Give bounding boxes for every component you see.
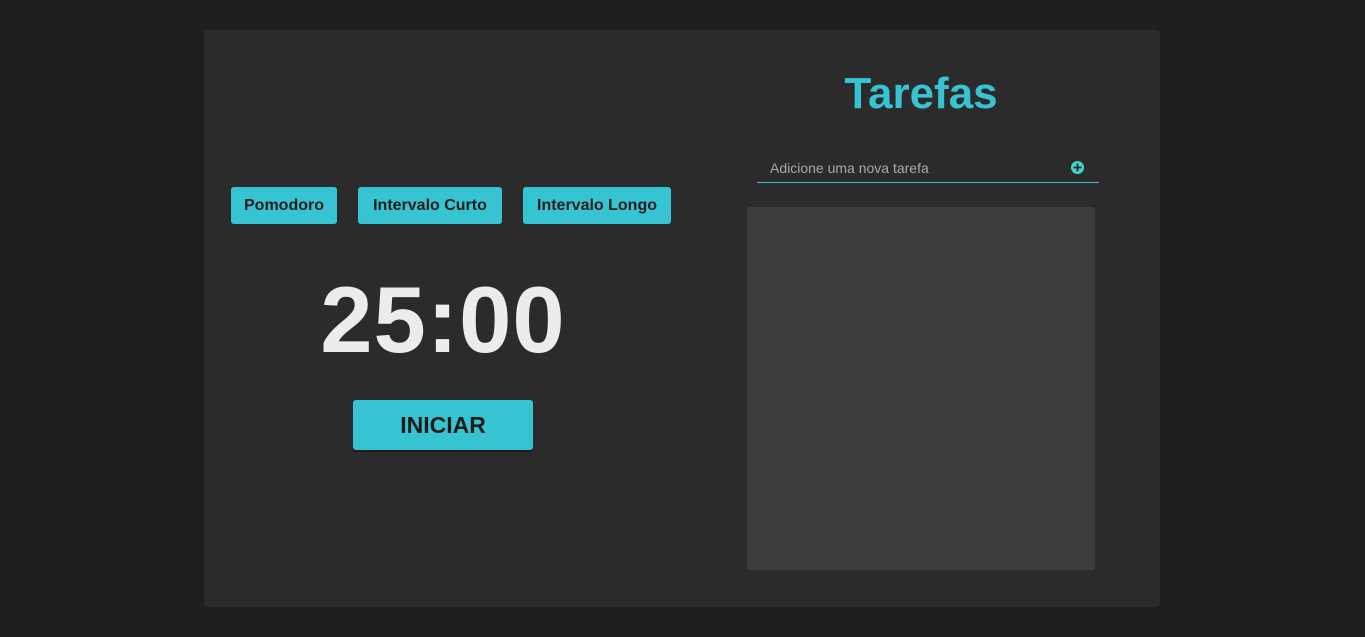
start-button[interactable]: INICIAR	[353, 400, 533, 450]
task-input-row	[757, 156, 1099, 183]
tasks-title: Tarefas	[844, 69, 998, 118]
short-break-button[interactable]: Intervalo Curto	[358, 187, 502, 224]
long-break-button[interactable]: Intervalo Longo	[523, 187, 671, 224]
add-task-icon[interactable]	[1071, 161, 1084, 174]
task-list	[747, 207, 1095, 570]
app-panel: Pomodoro Intervalo Curto Intervalo Longo…	[204, 30, 1160, 607]
timer-display: 25:00	[320, 267, 566, 372]
mode-selector: Pomodoro Intervalo Curto Intervalo Longo	[231, 187, 671, 224]
pomodoro-button[interactable]: Pomodoro	[231, 187, 337, 224]
task-input[interactable]	[757, 156, 1070, 180]
